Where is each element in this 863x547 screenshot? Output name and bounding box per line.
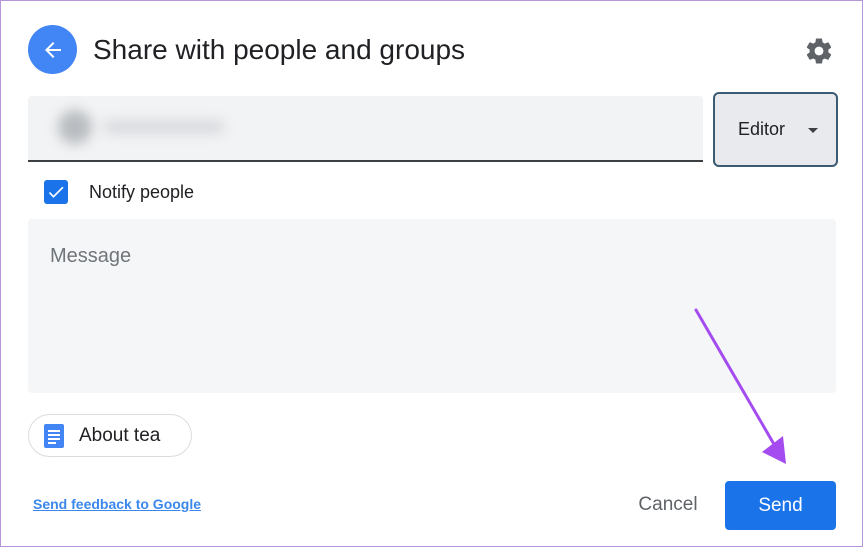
dialog-title: Share with people and groups — [93, 34, 466, 65]
settings-button[interactable] — [803, 35, 835, 67]
caret-down-icon — [808, 128, 818, 133]
notify-people-checkbox[interactable]: Notify people — [44, 180, 194, 204]
google-docs-icon — [43, 423, 65, 448]
check-icon — [48, 186, 64, 198]
message-textarea[interactable] — [28, 219, 836, 393]
recipient-chip-blurred — [58, 110, 248, 144]
send-feedback-link[interactable]: Send feedback to Google — [33, 496, 201, 512]
avatar — [58, 110, 92, 144]
role-dropdown[interactable]: Editor — [713, 92, 838, 167]
cancel-button[interactable]: Cancel — [622, 481, 714, 529]
back-button[interactable] — [28, 25, 77, 74]
arrow-left-icon — [44, 41, 61, 58]
recipient-name-blurred — [104, 121, 224, 133]
annotation-arrowhead — [762, 436, 786, 464]
gear-icon — [806, 38, 832, 64]
checkbox-checked[interactable] — [44, 180, 68, 204]
role-dropdown-label: Editor — [738, 119, 786, 139]
attached-doc-chip[interactable]: About tea — [28, 414, 192, 457]
notify-people-label: Notify people — [89, 181, 195, 202]
send-button[interactable]: Send — [725, 481, 836, 530]
recipient-input[interactable] — [28, 96, 703, 162]
attached-doc-label: About tea — [79, 424, 161, 446]
